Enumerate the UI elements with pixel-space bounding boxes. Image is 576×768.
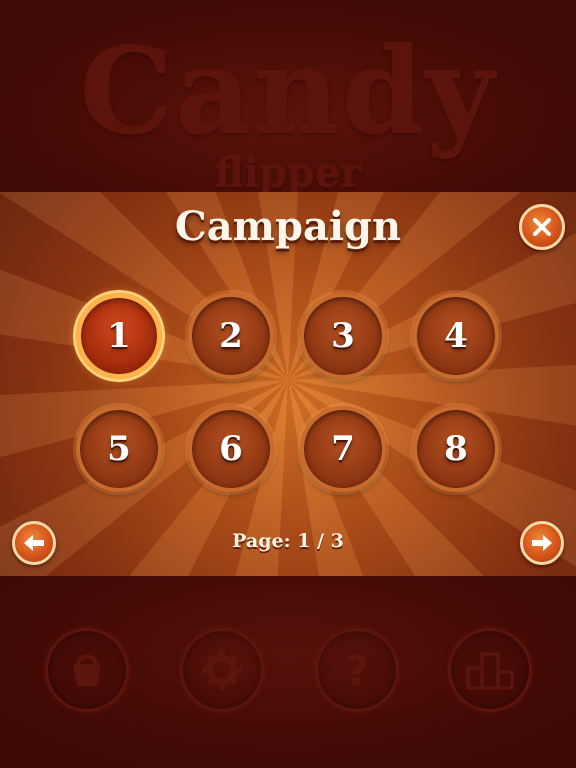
close-button[interactable] [519, 204, 565, 250]
settings-button [180, 628, 264, 712]
level-button-1[interactable]: 1 [76, 293, 162, 379]
help-button: ? [315, 628, 399, 712]
leaderboard-button [448, 628, 532, 712]
close-icon [533, 218, 551, 236]
level-button-3[interactable]: 3 [300, 293, 386, 379]
game-logo-title: Candy [79, 22, 497, 161]
page-indicator: Page: 1 / 3 [232, 530, 344, 552]
level-button-2[interactable]: 2 [188, 293, 274, 379]
next-page-button[interactable] [520, 521, 564, 565]
level-button-5[interactable]: 5 [76, 406, 162, 492]
level-button-8[interactable]: 8 [413, 406, 499, 492]
level-number: 1 [107, 316, 131, 356]
level-number: 2 [219, 316, 243, 356]
level-number: 8 [444, 429, 468, 469]
shop-button [45, 628, 129, 712]
level-number: 5 [107, 429, 131, 469]
question-icon: ? [344, 645, 370, 695]
panel-title: Campaign [174, 203, 402, 250]
level-number: 7 [331, 429, 355, 469]
level-button-7[interactable]: 7 [300, 406, 386, 492]
game-logo-subtitle: flipper [214, 150, 362, 197]
level-number: 4 [444, 316, 468, 356]
gear-icon [202, 650, 242, 690]
arrow-right-icon [532, 535, 552, 551]
podium-icon [466, 652, 514, 690]
level-number: 6 [219, 429, 243, 469]
basket-icon [73, 654, 101, 686]
level-button-4[interactable]: 4 [413, 293, 499, 379]
level-number: 3 [331, 316, 355, 356]
level-button-6[interactable]: 6 [188, 406, 274, 492]
